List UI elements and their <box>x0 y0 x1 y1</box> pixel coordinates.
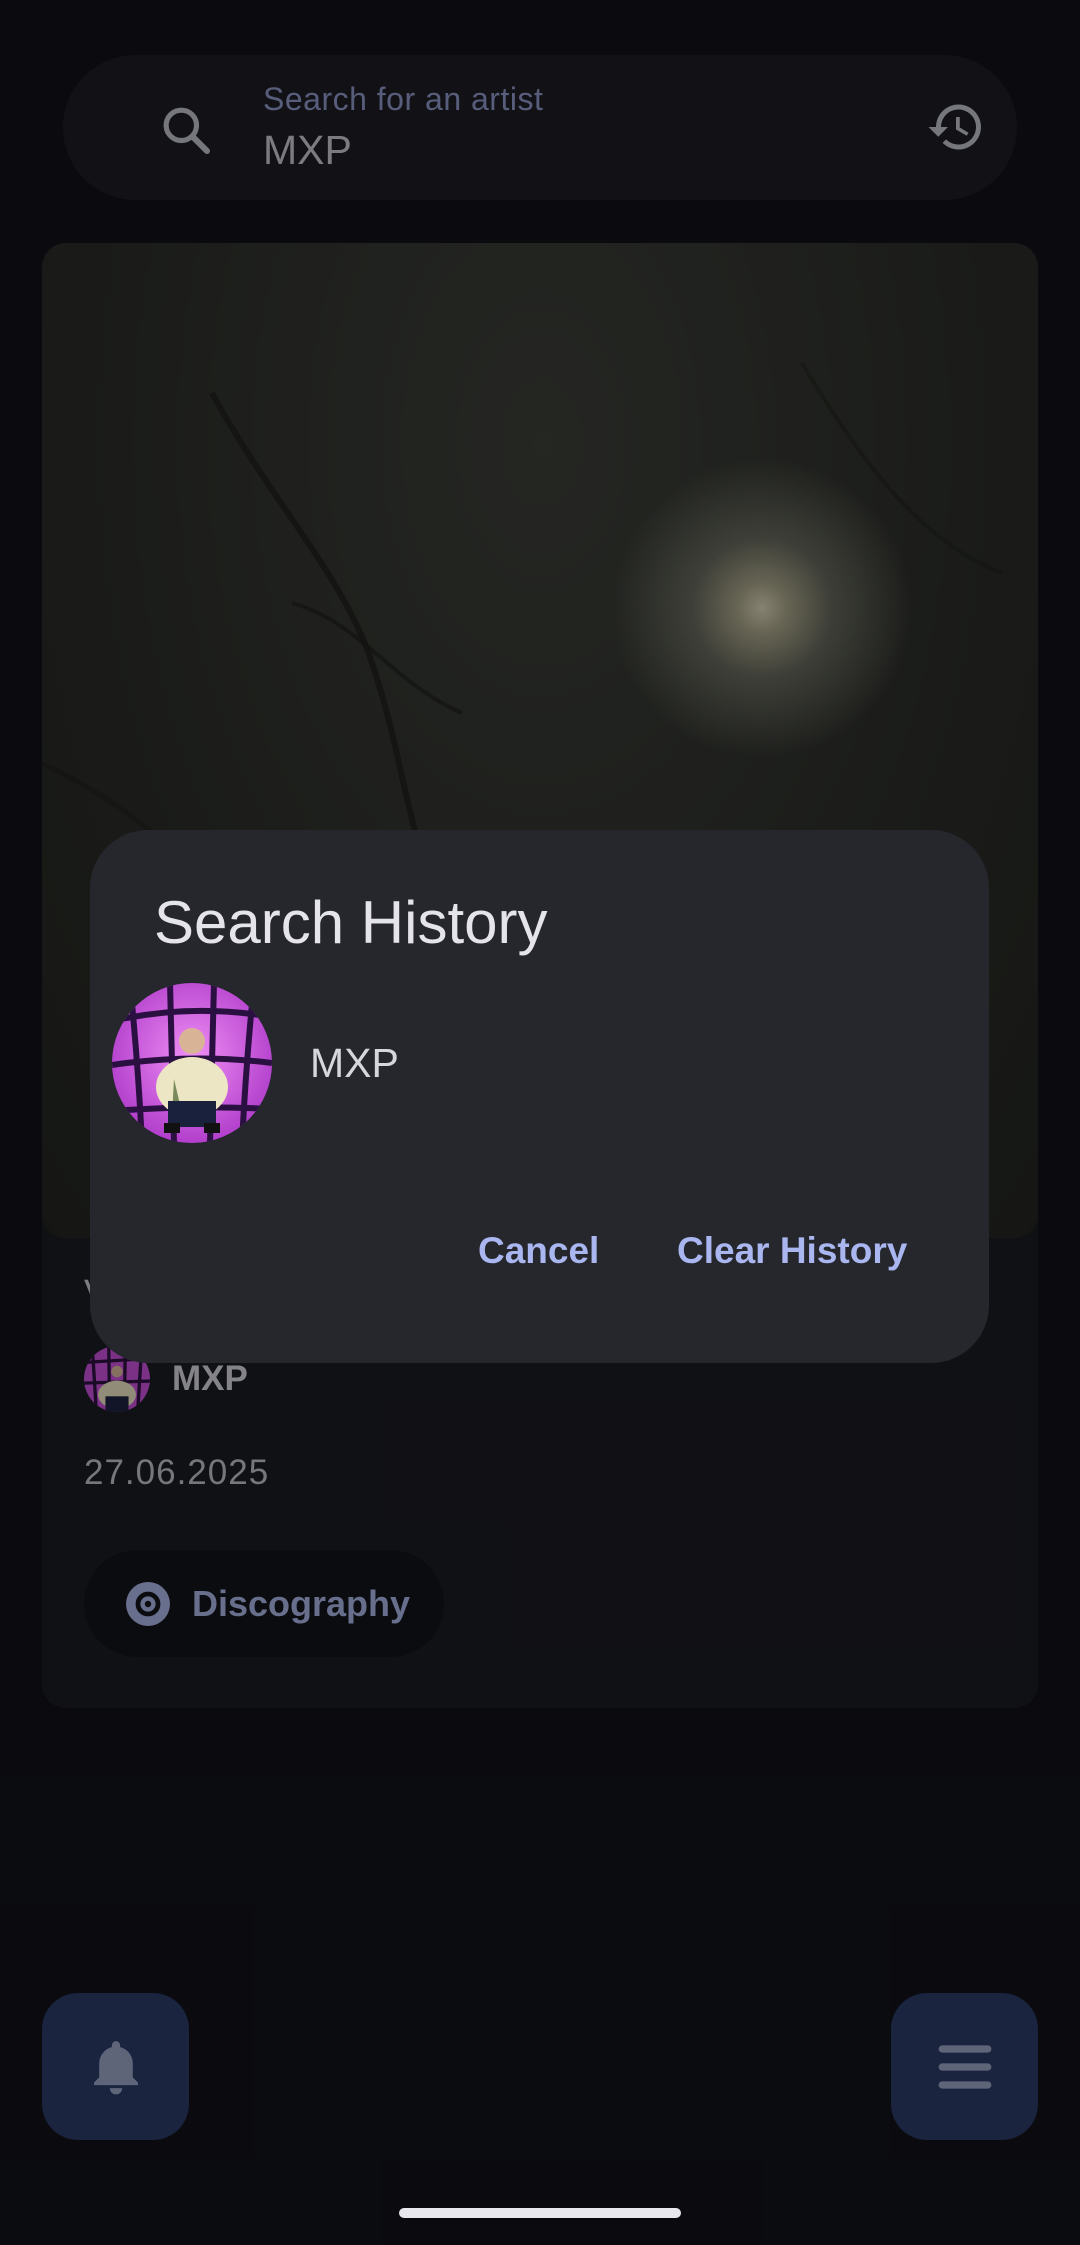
cancel-button[interactable]: Cancel <box>478 1230 599 1272</box>
search-history-dialog: Search History MXP Cancel Clear History <box>90 830 989 1363</box>
home-indicator[interactable] <box>399 2208 681 2218</box>
dialog-title: Search History <box>154 889 548 956</box>
history-item[interactable]: MXP <box>112 983 399 1143</box>
history-item-label: MXP <box>310 1039 399 1086</box>
history-item-avatar <box>112 983 272 1143</box>
clear-history-button[interactable]: Clear History <box>677 1230 907 1272</box>
screen: Search for an artist MXP V <box>0 0 1080 2245</box>
